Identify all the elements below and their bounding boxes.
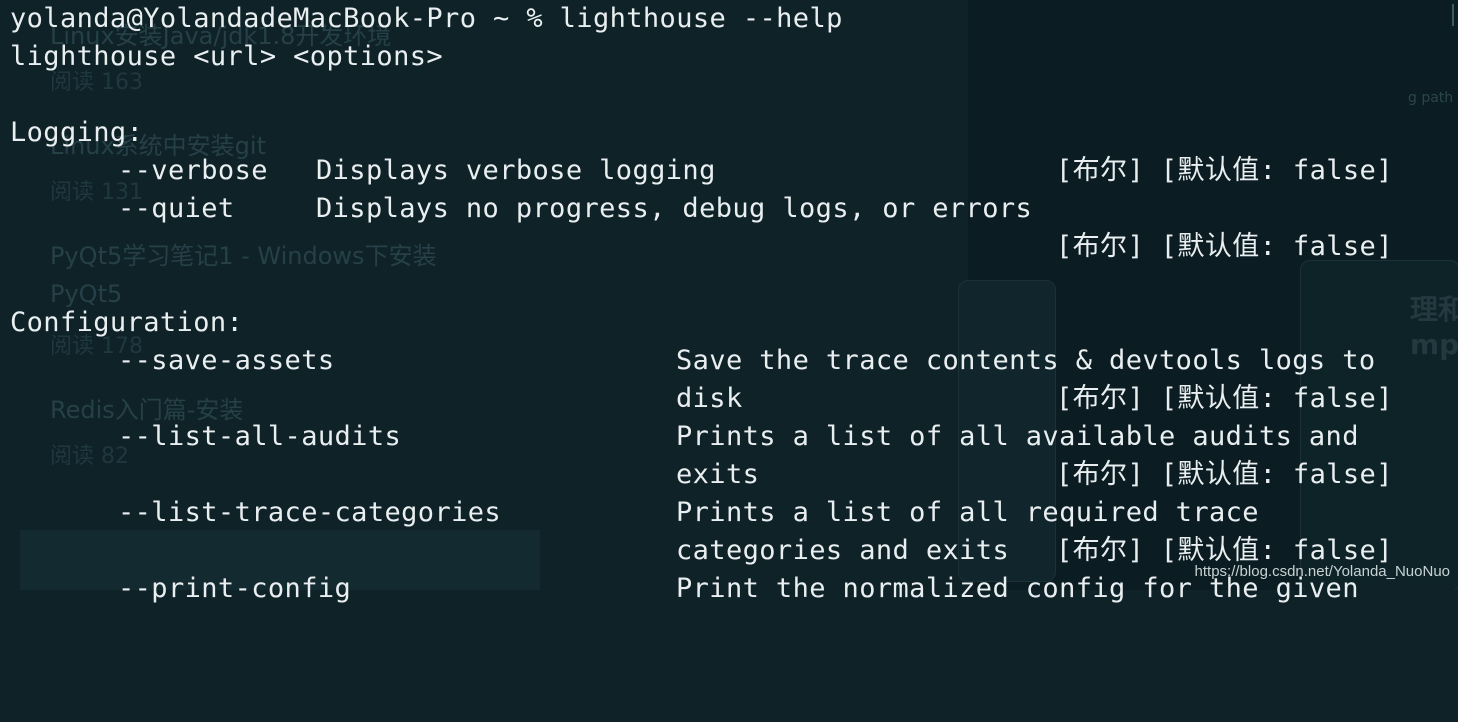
option-flag: --list-trace-categories [118, 497, 502, 528]
option-row: --list-all-audits Prints a list of all a… [10, 418, 1450, 456]
option-row-cont: exits [布尔] [默认值: false] [10, 456, 1450, 494]
option-type-tag: [布尔] [默认值: false] [1056, 383, 1393, 414]
option-description: Save the trace contents & devtools logs … [676, 345, 1376, 376]
terminal-prompt-line: yolanda@YolandadeMacBook-Pro ~ % lightho… [10, 3, 843, 34]
terminal-window[interactable]: yolanda@YolandadeMacBook-Pro ~ % lightho… [0, 0, 1458, 604]
section-heading-configuration: Configuration: [10, 307, 244, 338]
option-row-cont: disk [布尔] [默认值: false] [10, 380, 1450, 418]
option-row: --save-assets Save the trace contents & … [10, 342, 1450, 380]
option-flag: --verbose [118, 155, 268, 186]
option-row: --quiet Displays no progress, debug logs… [10, 190, 1450, 228]
option-description: Displays no progress, debug logs, or err… [316, 193, 1033, 224]
option-description: Displays verbose logging [316, 155, 716, 186]
option-type-tag: [布尔] [默认值: false] [1056, 231, 1393, 262]
scrollbar[interactable] [1452, 4, 1454, 26]
option-description-cont: categories and exits [676, 535, 1010, 566]
option-row: --list-trace-categories Prints a list of… [10, 494, 1450, 532]
option-description-cont: exits [676, 459, 760, 490]
option-description: Prints a list of all available audits an… [676, 421, 1359, 452]
option-description: Prints a list of all required trace [676, 497, 1259, 528]
option-flag: --quiet [118, 193, 235, 224]
option-row: --verbose Displays verbose logging [布尔] … [10, 152, 1450, 190]
option-flag: --print-config [118, 573, 352, 604]
option-description-cont: disk [676, 383, 743, 414]
option-type-tag: [布尔] [默认值: false] [1056, 155, 1393, 186]
option-flag: --save-assets [118, 345, 335, 376]
section-heading-logging: Logging: [10, 117, 144, 148]
option-row-cont: [布尔] [默认值: false] [10, 228, 1450, 266]
option-flag: --list-all-audits [118, 421, 402, 452]
usage-line: lighthouse <url> <options> [10, 41, 444, 72]
option-type-tag: [布尔] [默认值: false] [1056, 459, 1393, 490]
watermark-url: https://blog.csdn.net/Yolanda_NuoNuo [1194, 563, 1450, 580]
